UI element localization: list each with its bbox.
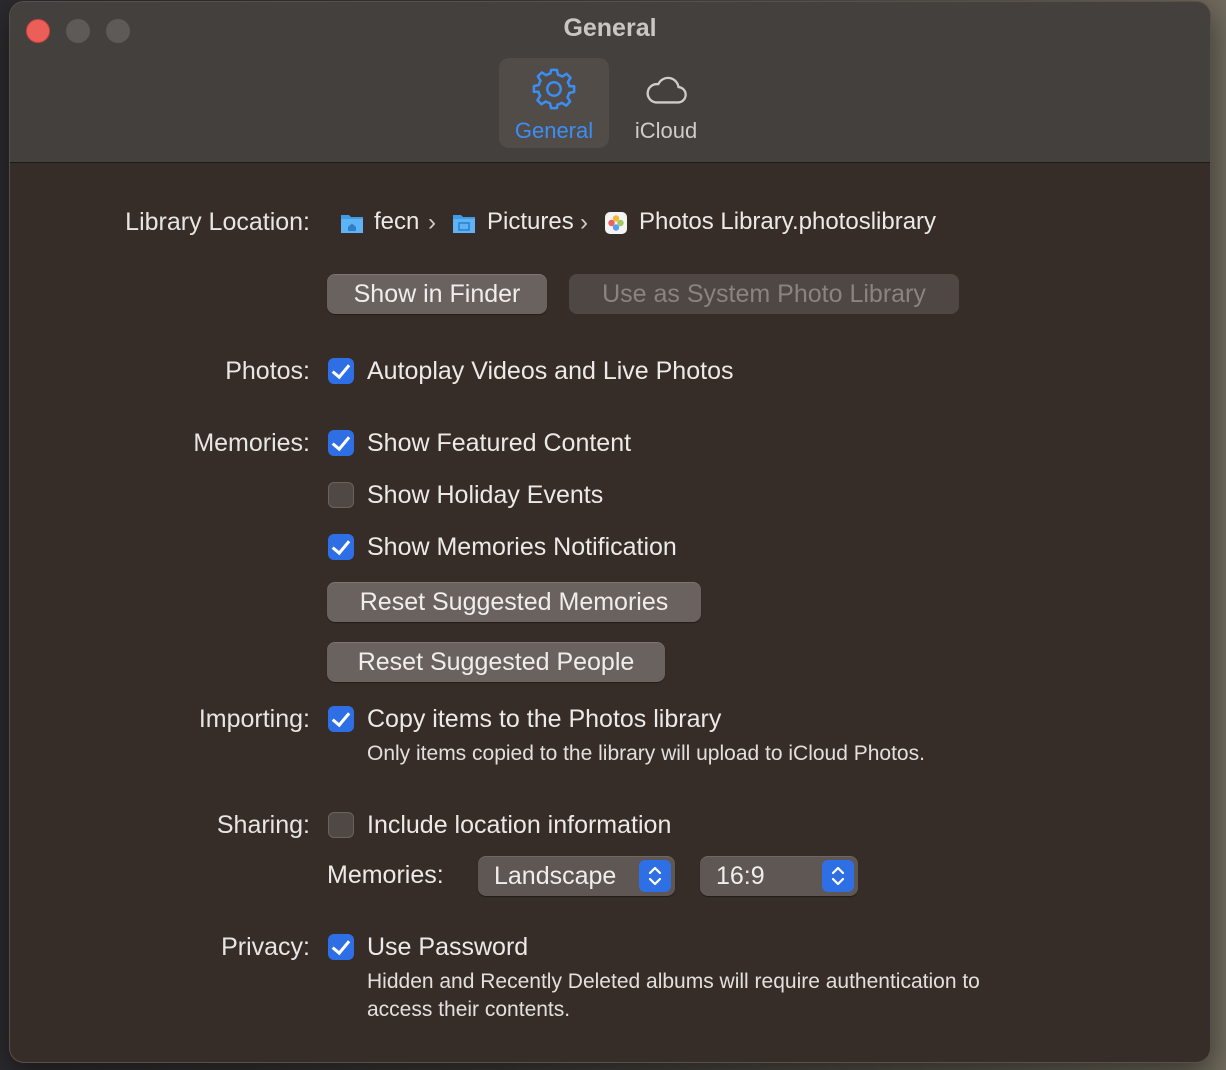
- privacy-label: Privacy:: [221, 933, 310, 961]
- autoplay-checkbox[interactable]: [328, 358, 354, 384]
- location-info-label[interactable]: Include location information: [367, 811, 671, 840]
- chevron-right-icon: ›: [428, 209, 436, 236]
- path-item-home[interactable]: fecn: [374, 208, 419, 236]
- autoplay-label[interactable]: Autoplay Videos and Live Photos: [367, 357, 733, 386]
- titlebar: General General iCloud: [10, 2, 1210, 163]
- photos-label: Photos:: [225, 357, 310, 385]
- memories-label: Memories:: [193, 429, 310, 457]
- memories-notification-checkbox[interactable]: [328, 534, 354, 560]
- photos-library-icon[interactable]: [604, 211, 628, 234]
- holiday-events-label[interactable]: Show Holiday Events: [367, 481, 603, 510]
- preferences-window: General General iCloud Library Location:…: [10, 2, 1210, 1062]
- importing-label: Importing:: [198, 705, 310, 733]
- library-location-label: Library Location:: [125, 208, 310, 236]
- reset-suggested-people-button[interactable]: Reset Suggested People: [327, 642, 665, 682]
- copy-items-checkbox[interactable]: [328, 706, 354, 732]
- aspect-ratio-value: 16:9: [716, 862, 765, 890]
- reset-suggested-memories-button[interactable]: Reset Suggested Memories: [327, 582, 701, 622]
- pictures-folder-icon[interactable]: [452, 212, 476, 234]
- cloud-icon: [646, 76, 687, 104]
- privacy-note-line2: access their contents.: [367, 998, 571, 1021]
- aspect-ratio-popup[interactable]: 16:9: [700, 856, 858, 896]
- tab-icloud-label: iCloud: [634, 118, 698, 143]
- up-down-chevron-icon: [822, 860, 854, 892]
- tab-icloud[interactable]: iCloud: [622, 58, 710, 148]
- show-in-finder-button[interactable]: Show in Finder: [327, 274, 547, 314]
- path-item-library[interactable]: Photos Library.photoslibrary: [639, 208, 936, 236]
- featured-content-checkbox[interactable]: [328, 430, 354, 456]
- holiday-events-checkbox[interactable]: [328, 482, 354, 508]
- gear-icon: [532, 68, 576, 110]
- chevron-right-icon: ›: [580, 209, 588, 236]
- location-info-checkbox[interactable]: [328, 812, 354, 838]
- use-as-system-library-button[interactable]: Use as System Photo Library: [569, 274, 959, 314]
- use-password-label[interactable]: Use Password: [367, 933, 528, 962]
- use-password-checkbox[interactable]: [328, 934, 354, 960]
- window-title: General: [563, 14, 657, 42]
- sharing-label: Sharing:: [216, 811, 310, 839]
- tab-general[interactable]: General: [499, 58, 609, 148]
- featured-content-label[interactable]: Show Featured Content: [367, 429, 631, 458]
- orientation-value: Landscape: [494, 862, 617, 890]
- up-down-chevron-icon: [639, 860, 671, 892]
- privacy-note-line1: Hidden and Recently Deleted albums will …: [367, 970, 980, 993]
- importing-note: Only items copied to the library will up…: [367, 742, 925, 765]
- path-item-pictures[interactable]: Pictures: [487, 208, 574, 236]
- sharing-memories-label: Memories:: [327, 861, 444, 889]
- memories-notification-label[interactable]: Show Memories Notification: [367, 533, 677, 562]
- copy-items-label[interactable]: Copy items to the Photos library: [367, 705, 721, 734]
- home-folder-icon[interactable]: [340, 212, 364, 234]
- tab-general-label: General: [514, 118, 594, 143]
- orientation-popup[interactable]: Landscape: [478, 856, 675, 896]
